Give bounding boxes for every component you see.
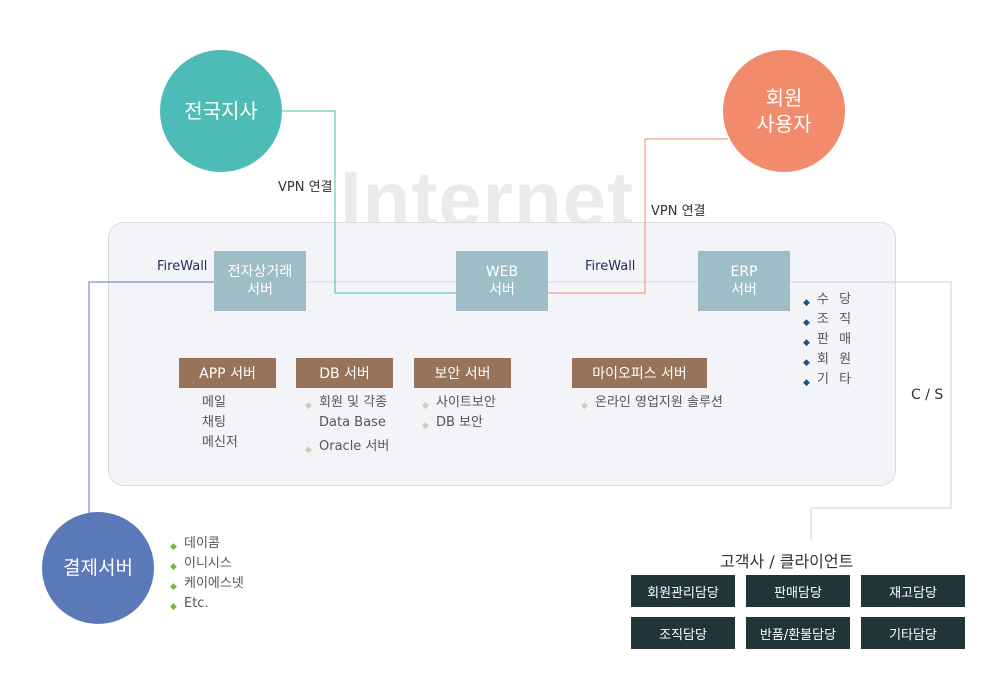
client-title: 고객사 / 클라이언트 <box>720 552 854 571</box>
bullet-icon: ◆ <box>305 445 312 455</box>
bullet-icon: ◆ <box>305 401 312 411</box>
list-item: ◆ 이니시스 <box>170 554 244 574</box>
client-role-returns: 반품/환불담당 <box>746 617 850 649</box>
list-item: 메신저 <box>202 435 238 450</box>
myoffice-server-header: 마이오피스 서버 <box>572 358 707 388</box>
list-item: ◆ 케이에스넷 <box>170 574 244 594</box>
member-user-node: 회원 사용자 <box>723 50 845 172</box>
client-role-organization: 조직담당 <box>631 617 735 649</box>
payment-providers-list: ◆ 데이콤 ◆ 이니시스 ◆ 케이에스넷 ◆ Etc. <box>170 534 244 614</box>
list-item: ◆ 판 매 <box>803 330 854 350</box>
bullet-icon: ◆ <box>170 602 177 612</box>
payment-server-node: 결제서버 <box>42 512 154 624</box>
branch-vpn-line <box>282 110 456 294</box>
client-role-inventory: 재고담당 <box>861 575 965 607</box>
client-role-sales: 판매담당 <box>746 575 850 607</box>
firewall-label-right: FireWall <box>585 259 636 274</box>
erp-modules-list: ◆ 수 당 ◆ 조 직 ◆ 판 매 ◆ 회 원 ◆ 기 타 <box>803 290 854 390</box>
list-item: ◆ 사이트보안 <box>422 393 496 413</box>
firewall-label-left: FireWall <box>157 259 208 274</box>
cs-label: C / S <box>911 387 944 403</box>
db-server-list: ◆ 회원 및 각종 Data Base ◆ Oracle 서버 <box>305 393 389 457</box>
list-item: ◆ Oracle 서버 <box>305 437 389 457</box>
branch-office-node: 전국지사 <box>160 50 282 172</box>
web-server: WEB 서버 <box>456 251 548 311</box>
myoffice-server-list: ◆ 온라인 영업지원 솔루션 <box>581 393 723 413</box>
bullet-icon: ◆ <box>422 421 429 431</box>
list-item: ◆ 회 원 <box>803 350 854 370</box>
vpn-label-left: VPN 연결 <box>278 180 333 195</box>
payment-line <box>88 281 214 516</box>
list-item: ◆ DB 보안 <box>422 413 496 433</box>
security-server-list: ◆ 사이트보안 ◆ DB 보안 <box>422 393 496 433</box>
list-item: 메일 <box>202 395 226 410</box>
security-server-header: 보안 서버 <box>414 358 511 388</box>
list-item: ◆ 수 당 <box>803 290 854 310</box>
list-item: 채팅 <box>202 415 226 430</box>
client-role-other: 기타담당 <box>861 617 965 649</box>
list-item: ◆ 조 직 <box>803 310 854 330</box>
app-server-list: 메일 채팅 메신저 <box>202 393 238 453</box>
list-item: ◆ 회원 및 각종 Data Base <box>305 395 388 430</box>
list-item: ◆ 온라인 영업지원 솔루션 <box>581 393 723 413</box>
erp-server: ERP 서버 <box>698 251 790 311</box>
ecommerce-server: 전자상거래 서버 <box>214 251 306 311</box>
list-item: ◆ 데이콤 <box>170 534 244 554</box>
bullet-icon: ◆ <box>803 378 813 388</box>
app-server-header: APP 서버 <box>179 358 276 388</box>
list-item: ◆ Etc. <box>170 594 244 614</box>
bullet-icon: ◆ <box>581 401 588 411</box>
db-server-header: DB 서버 <box>296 358 393 388</box>
list-item: ◆ 기 타 <box>803 370 854 390</box>
client-role-member-mgmt: 회원관리담당 <box>631 575 735 607</box>
vpn-label-right: VPN 연결 <box>651 204 706 219</box>
